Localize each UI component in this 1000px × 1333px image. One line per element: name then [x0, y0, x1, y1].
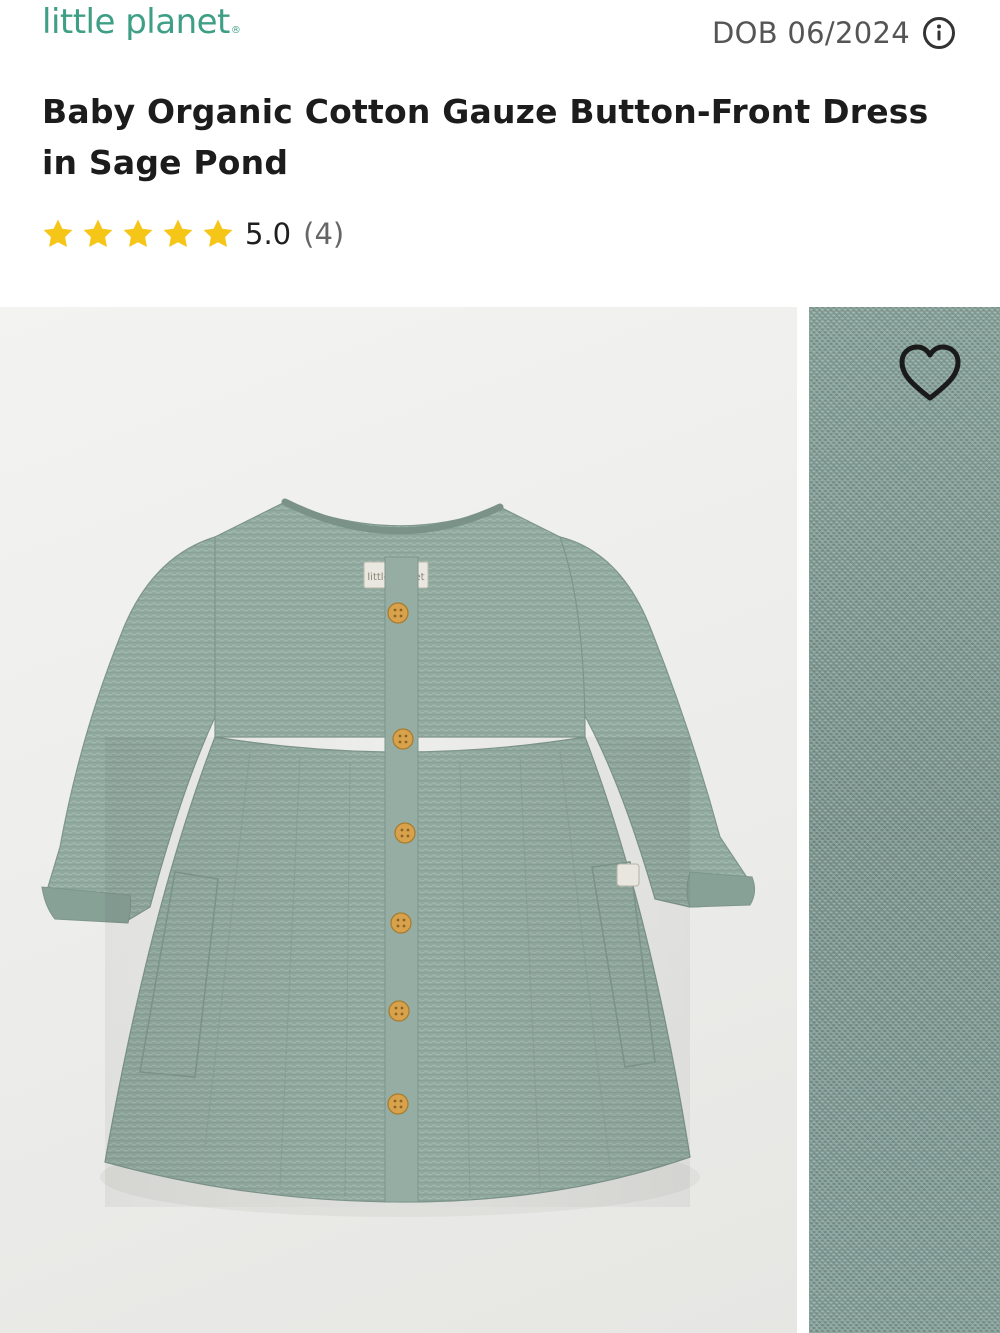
app-header: little planet® DOB 06/2024 — [0, 0, 1000, 70]
star-icon — [201, 217, 235, 251]
dob-text: DOB 06/2024 — [711, 16, 910, 50]
product-image-gallery[interactable]: little planet — [0, 307, 1000, 1333]
star-icon — [81, 217, 115, 251]
brand-registered-mark: ® — [230, 25, 241, 36]
fabric-texture-photo[interactable] — [809, 307, 1000, 1333]
brand-logo[interactable]: little planet® — [42, 2, 241, 42]
star-icon — [121, 217, 155, 251]
dob-indicator[interactable]: DOB 06/2024 — [712, 16, 956, 50]
star-icon — [41, 217, 75, 251]
info-circle-icon[interactable] — [922, 16, 956, 50]
sage-dress-photo[interactable]: little planet — [0, 307, 797, 1333]
review-count[interactable]: (4) — [303, 217, 344, 251]
product-rating[interactable]: 5.0 (4) — [41, 212, 344, 256]
heart-outline-icon[interactable] — [898, 344, 962, 402]
product-title: Baby Organic Cotton Gauze Button-Front D… — [42, 92, 929, 182]
star-icon — [161, 217, 195, 251]
brand-name: little planet — [42, 2, 230, 42]
rating-stars — [41, 217, 235, 251]
rating-value: 5.0 — [245, 217, 292, 251]
